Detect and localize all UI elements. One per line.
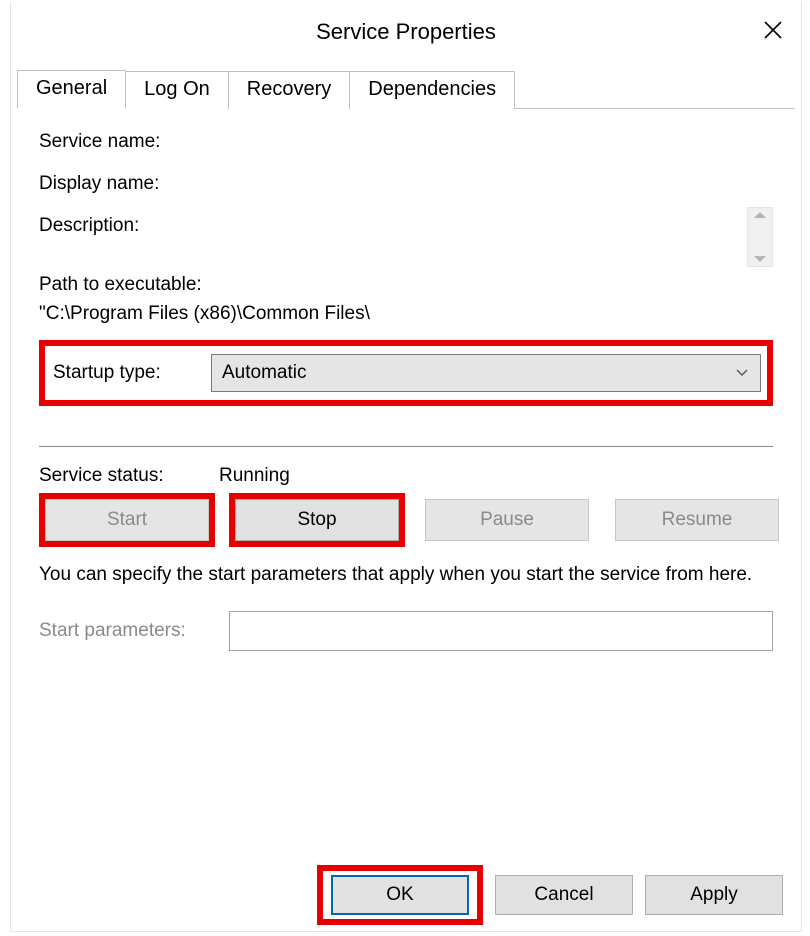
description-row: Description: bbox=[39, 215, 773, 237]
service-name-row: Service name: bbox=[39, 131, 773, 153]
service-status-label: Service status: bbox=[39, 465, 219, 487]
chevron-down-icon bbox=[736, 367, 748, 379]
description-label: Description: bbox=[39, 215, 219, 237]
service-status-row: Service status: Running bbox=[39, 465, 773, 487]
dialog-footer: OK Cancel Apply bbox=[11, 859, 801, 931]
tab-content-general: Service name: Display name: Description:… bbox=[11, 109, 801, 859]
ok-button[interactable]: OK bbox=[331, 875, 469, 915]
start-parameters-note: You can specify the start parameters tha… bbox=[39, 561, 773, 589]
service-control-buttons: Start Stop Pause Resume bbox=[39, 493, 773, 547]
tab-recovery[interactable]: Recovery bbox=[228, 71, 350, 109]
stop-button-highlight: Stop bbox=[229, 493, 405, 547]
startup-type-dropdown[interactable]: Automatic bbox=[211, 354, 761, 392]
service-name-label: Service name: bbox=[39, 131, 219, 153]
titlebar: Service Properties bbox=[11, 2, 801, 62]
path-value: "C:\Program Files (x86)\Common Files\ bbox=[39, 300, 773, 329]
description-scrollbar[interactable] bbox=[747, 207, 773, 267]
path-block: Path to executable: "C:\Program Files (x… bbox=[39, 271, 773, 328]
divider bbox=[39, 446, 773, 447]
tab-log-on[interactable]: Log On bbox=[125, 71, 229, 109]
resume-button-wrap: Resume bbox=[609, 493, 785, 547]
service-status-value: Running bbox=[219, 465, 290, 487]
start-button-highlight: Start bbox=[39, 493, 215, 547]
resume-button: Resume bbox=[615, 499, 779, 541]
apply-button[interactable]: Apply bbox=[645, 875, 783, 915]
ok-button-highlight: OK bbox=[317, 865, 483, 925]
startup-type-label: Startup type: bbox=[51, 362, 211, 384]
start-parameters-input bbox=[229, 611, 773, 651]
close-button[interactable] bbox=[753, 14, 793, 50]
start-parameters-label: Start parameters: bbox=[39, 620, 229, 642]
tab-dependencies[interactable]: Dependencies bbox=[349, 71, 515, 109]
tab-general[interactable]: General bbox=[17, 70, 126, 109]
service-properties-dialog: Service Properties General Log On Recove… bbox=[10, 2, 802, 932]
tab-bar: General Log On Recovery Dependencies bbox=[11, 70, 801, 109]
scroll-down-icon bbox=[754, 256, 766, 262]
pause-button: Pause bbox=[425, 499, 589, 541]
scroll-up-icon bbox=[754, 212, 766, 218]
display-name-row: Display name: bbox=[39, 173, 773, 195]
startup-type-highlight: Startup type: Automatic bbox=[39, 340, 773, 406]
display-name-label: Display name: bbox=[39, 173, 219, 195]
start-parameters-row: Start parameters: bbox=[39, 611, 773, 651]
dialog-title: Service Properties bbox=[316, 19, 496, 45]
start-button: Start bbox=[45, 499, 209, 541]
close-icon bbox=[764, 18, 782, 46]
path-label: Path to executable: bbox=[39, 271, 773, 300]
cancel-button[interactable]: Cancel bbox=[495, 875, 633, 915]
stop-button[interactable]: Stop bbox=[235, 499, 399, 541]
pause-button-wrap: Pause bbox=[419, 493, 595, 547]
startup-type-value: Automatic bbox=[222, 362, 306, 384]
